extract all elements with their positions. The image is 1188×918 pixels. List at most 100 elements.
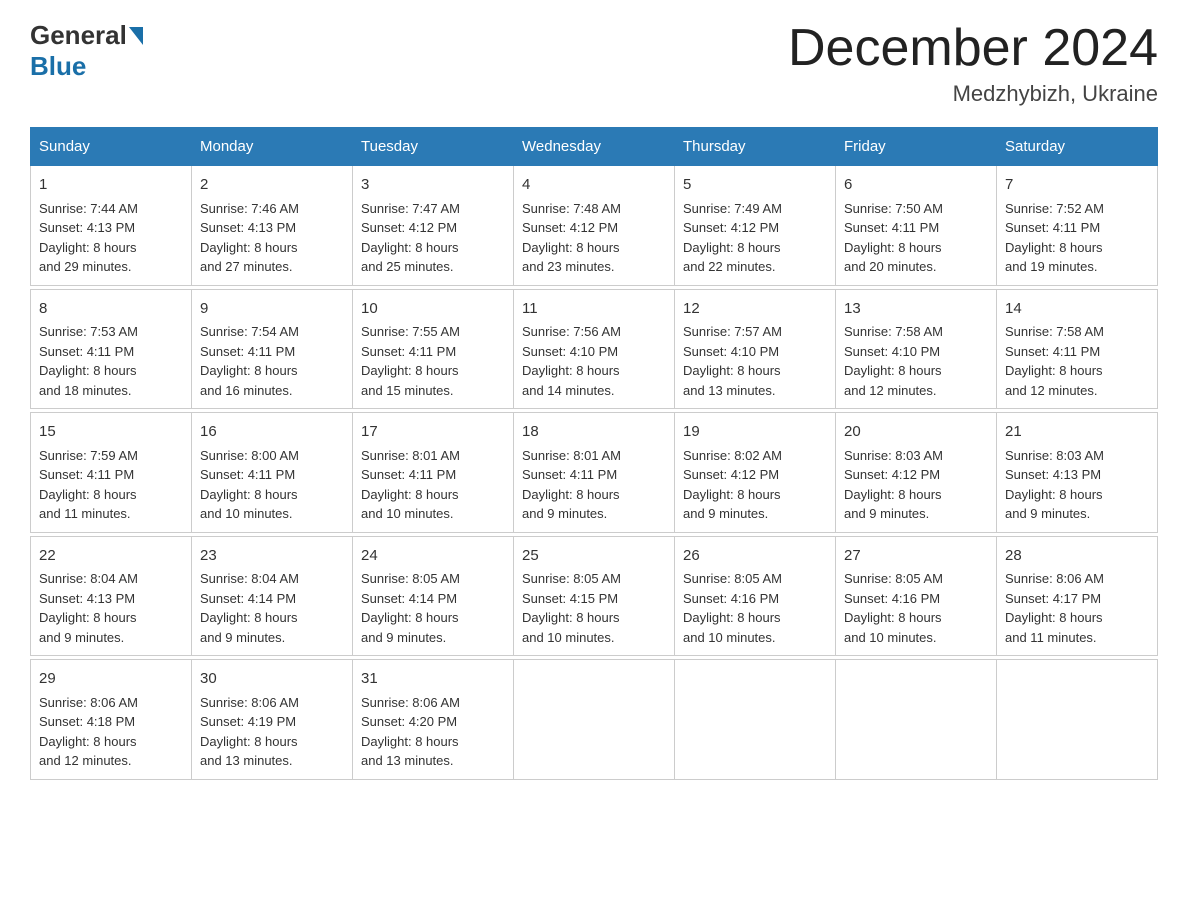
calendar-cell <box>514 660 675 780</box>
col-sunday: Sunday <box>31 128 192 166</box>
day-number: 1 <box>39 174 183 197</box>
day-number: 4 <box>522 174 666 197</box>
logo-arrow-icon <box>129 27 143 45</box>
calendar-cell: 26 Sunrise: 8:05 AMSunset: 4:16 PMDayligh… <box>675 536 836 656</box>
day-info: Sunrise: 8:06 AMSunset: 4:18 PMDaylight:… <box>39 695 138 769</box>
day-number: 10 <box>361 298 505 321</box>
day-number: 17 <box>361 421 505 444</box>
calendar-cell: 19Sunrise: 8:02 AMSunset: 4:12 PMDayligh… <box>675 413 836 533</box>
logo-general-text: General <box>30 20 127 51</box>
day-number: 2 <box>200 174 344 197</box>
calendar-cell: 29 Sunrise: 8:06 AMSunset: 4:18 PMDayligh… <box>31 660 192 780</box>
logo-blue-text: Blue <box>30 51 86 82</box>
calendar-cell: 20 Sunrise: 8:03 AMSunset: 4:12 PMDayligh… <box>836 413 997 533</box>
calendar-week-3: 15Sunrise: 7:59 AMSunset: 4:11 PMDayligh… <box>31 413 1158 533</box>
calendar-cell: 13 Sunrise: 7:58 AMSunset: 4:10 PMDayligh… <box>836 289 997 409</box>
day-number: 11 <box>522 298 666 321</box>
calendar-cell: 5Sunrise: 7:49 AMSunset: 4:12 PMDaylight… <box>675 166 836 286</box>
day-number: 25 <box>522 545 666 568</box>
calendar-cell: 30 Sunrise: 8:06 AMSunset: 4:19 PMDayligh… <box>192 660 353 780</box>
day-info: Sunrise: 7:50 AMSunset: 4:11 PMDaylight:… <box>844 201 943 275</box>
day-number: 22 <box>39 545 183 568</box>
day-number: 24 <box>361 545 505 568</box>
calendar-cell: 8 Sunrise: 7:53 AMSunset: 4:11 PMDaylight… <box>31 289 192 409</box>
day-info: Sunrise: 8:00 AMSunset: 4:11 PMDaylight:… <box>200 448 299 522</box>
day-number: 30 <box>200 668 344 691</box>
day-info: Sunrise: 8:05 AMSunset: 4:16 PMDaylight:… <box>844 571 943 645</box>
calendar-cell <box>997 660 1158 780</box>
calendar-cell: 21Sunrise: 8:03 AMSunset: 4:13 PMDayligh… <box>997 413 1158 533</box>
day-info: Sunrise: 8:06 AMSunset: 4:20 PMDaylight:… <box>361 695 460 769</box>
day-info: Sunrise: 7:46 AMSunset: 4:13 PMDaylight:… <box>200 201 299 275</box>
day-info: Sunrise: 8:06 AMSunset: 4:19 PMDaylight:… <box>200 695 299 769</box>
day-number: 27 <box>844 545 988 568</box>
day-number: 20 <box>844 421 988 444</box>
day-number: 12 <box>683 298 827 321</box>
calendar-cell: 2 Sunrise: 7:46 AMSunset: 4:13 PMDaylight… <box>192 166 353 286</box>
calendar-cell: 3Sunrise: 7:47 AMSunset: 4:12 PMDaylight… <box>353 166 514 286</box>
calendar-cell: 18 Sunrise: 8:01 AMSunset: 4:11 PMDayligh… <box>514 413 675 533</box>
day-number: 19 <box>683 421 827 444</box>
day-info: Sunrise: 7:44 AMSunset: 4:13 PMDaylight:… <box>39 201 138 275</box>
calendar-week-2: 8 Sunrise: 7:53 AMSunset: 4:11 PMDaylight… <box>31 289 1158 409</box>
day-info: Sunrise: 7:53 AMSunset: 4:11 PMDaylight:… <box>39 324 138 398</box>
day-info: Sunrise: 8:06 AMSunset: 4:17 PMDaylight:… <box>1005 571 1104 645</box>
day-info: Sunrise: 7:49 AMSunset: 4:12 PMDaylight:… <box>683 201 782 275</box>
calendar-table: Sunday Monday Tuesday Wednesday Thursday… <box>30 127 1158 780</box>
day-number: 9 <box>200 298 344 321</box>
header-row: Sunday Monday Tuesday Wednesday Thursday… <box>31 128 1158 166</box>
calendar-cell: 1 Sunrise: 7:44 AMSunset: 4:13 PMDaylight… <box>31 166 192 286</box>
day-info: Sunrise: 8:05 AMSunset: 4:15 PMDaylight:… <box>522 571 621 645</box>
day-info: Sunrise: 7:57 AMSunset: 4:10 PMDaylight:… <box>683 324 782 398</box>
day-info: Sunrise: 7:56 AMSunset: 4:10 PMDaylight:… <box>522 324 621 398</box>
calendar-cell: 17Sunrise: 8:01 AMSunset: 4:11 PMDayligh… <box>353 413 514 533</box>
calendar-cell: 6Sunrise: 7:50 AMSunset: 4:11 PMDaylight… <box>836 166 997 286</box>
calendar-cell: 27 Sunrise: 8:05 AMSunset: 4:16 PMDayligh… <box>836 536 997 656</box>
calendar-cell <box>675 660 836 780</box>
calendar-cell: 24 Sunrise: 8:05 AMSunset: 4:14 PMDayligh… <box>353 536 514 656</box>
day-number: 13 <box>844 298 988 321</box>
col-saturday: Saturday <box>997 128 1158 166</box>
day-number: 16 <box>200 421 344 444</box>
day-info: Sunrise: 7:55 AMSunset: 4:11 PMDaylight:… <box>361 324 460 398</box>
day-number: 3 <box>361 174 505 197</box>
calendar-cell: 16 Sunrise: 8:00 AMSunset: 4:11 PMDayligh… <box>192 413 353 533</box>
day-number: 14 <box>1005 298 1149 321</box>
location: Medzhybizh, Ukraine <box>788 81 1158 107</box>
calendar-cell: 12 Sunrise: 7:57 AMSunset: 4:10 PMDayligh… <box>675 289 836 409</box>
day-info: Sunrise: 7:58 AMSunset: 4:11 PMDaylight:… <box>1005 324 1104 398</box>
day-number: 26 <box>683 545 827 568</box>
calendar-cell: 15Sunrise: 7:59 AMSunset: 4:11 PMDayligh… <box>31 413 192 533</box>
calendar-cell: 7 Sunrise: 7:52 AMSunset: 4:11 PMDaylight… <box>997 166 1158 286</box>
day-number: 7 <box>1005 174 1149 197</box>
calendar-cell: 14 Sunrise: 7:58 AMSunset: 4:11 PMDayligh… <box>997 289 1158 409</box>
col-monday: Monday <box>192 128 353 166</box>
calendar-cell: 23Sunrise: 8:04 AMSunset: 4:14 PMDayligh… <box>192 536 353 656</box>
calendar-cell: 31Sunrise: 8:06 AMSunset: 4:20 PMDayligh… <box>353 660 514 780</box>
calendar-cell <box>836 660 997 780</box>
calendar-cell: 11 Sunrise: 7:56 AMSunset: 4:10 PMDayligh… <box>514 289 675 409</box>
calendar-cell: 22 Sunrise: 8:04 AMSunset: 4:13 PMDayligh… <box>31 536 192 656</box>
day-number: 23 <box>200 545 344 568</box>
col-wednesday: Wednesday <box>514 128 675 166</box>
calendar-week-5: 29 Sunrise: 8:06 AMSunset: 4:18 PMDayligh… <box>31 660 1158 780</box>
logo: General Blue <box>30 20 145 82</box>
day-info: Sunrise: 7:58 AMSunset: 4:10 PMDaylight:… <box>844 324 943 398</box>
day-number: 28 <box>1005 545 1149 568</box>
day-info: Sunrise: 7:52 AMSunset: 4:11 PMDaylight:… <box>1005 201 1104 275</box>
calendar-cell: 28 Sunrise: 8:06 AMSunset: 4:17 PMDayligh… <box>997 536 1158 656</box>
calendar-cell: 4 Sunrise: 7:48 AMSunset: 4:12 PMDaylight… <box>514 166 675 286</box>
calendar-cell: 25 Sunrise: 8:05 AMSunset: 4:15 PMDayligh… <box>514 536 675 656</box>
day-number: 18 <box>522 421 666 444</box>
day-info: Sunrise: 8:03 AMSunset: 4:12 PMDaylight:… <box>844 448 943 522</box>
day-info: Sunrise: 8:01 AMSunset: 4:11 PMDaylight:… <box>522 448 621 522</box>
calendar-week-1: 1 Sunrise: 7:44 AMSunset: 4:13 PMDaylight… <box>31 166 1158 286</box>
page-header: General Blue December 2024 Medzhybizh, U… <box>30 20 1158 107</box>
day-number: 29 <box>39 668 183 691</box>
day-number: 8 <box>39 298 183 321</box>
day-info: Sunrise: 8:05 AMSunset: 4:14 PMDaylight:… <box>361 571 460 645</box>
col-tuesday: Tuesday <box>353 128 514 166</box>
day-info: Sunrise: 8:04 AMSunset: 4:13 PMDaylight:… <box>39 571 138 645</box>
day-info: Sunrise: 8:05 AMSunset: 4:16 PMDaylight:… <box>683 571 782 645</box>
day-info: Sunrise: 7:48 AMSunset: 4:12 PMDaylight:… <box>522 201 621 275</box>
